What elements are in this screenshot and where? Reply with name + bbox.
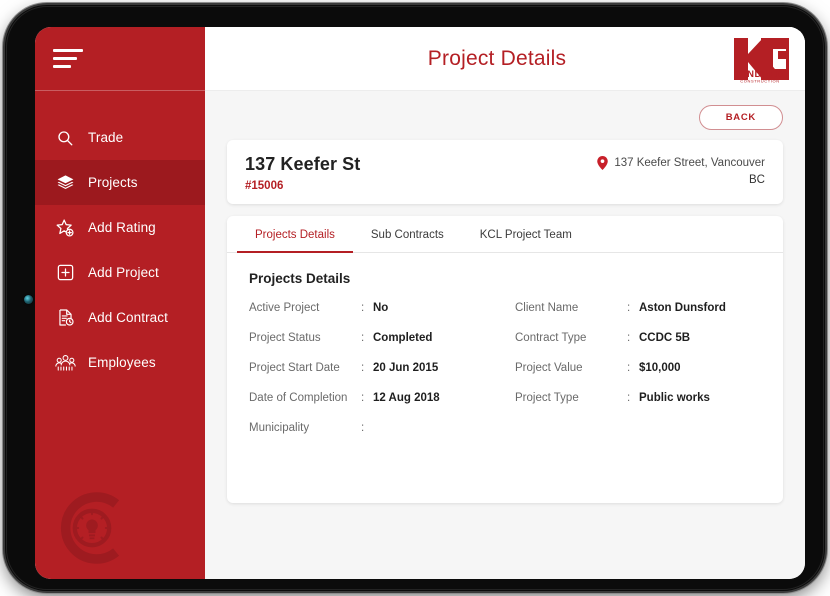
detail-value: 20 Jun 2015: [373, 362, 439, 374]
star-plus-icon: [53, 217, 77, 239]
sidebar-item-employees[interactable]: Employees: [35, 340, 205, 385]
project-title: 137 Keefer St: [245, 154, 361, 174]
sidebar-nav: Trade Projects Add Rating Add Project Ad…: [35, 91, 205, 385]
sidebar-item-label: Add Contract: [88, 310, 168, 325]
c-lightbulb-watermark-icon: [49, 485, 135, 571]
detail-value: Public works: [639, 392, 710, 404]
details-grid: Active Project : No Project Status : Com…: [249, 302, 761, 452]
tab-sub-contracts[interactable]: Sub Contracts: [353, 216, 462, 252]
sidebar-item-add-project[interactable]: Add Project: [35, 250, 205, 295]
project-details-card: Projects Details Sub Contracts KCL Proje…: [227, 216, 783, 503]
hamburger-menu-icon[interactable]: [53, 49, 83, 68]
sidebar-item-add-rating[interactable]: Add Rating: [35, 205, 205, 250]
kindred-construction-logo: KINDRED CONSTRUCTION: [729, 34, 791, 84]
sidebar-item-label: Add Project: [88, 265, 159, 280]
tablet-device-frame: Trade Projects Add Rating Add Project Ad…: [5, 5, 825, 591]
detail-row-project-value: Project Value : $10,000: [515, 362, 761, 392]
people-icon: [53, 352, 77, 374]
detail-label: Contract Type: [515, 332, 587, 344]
svg-text:CONSTRUCTION: CONSTRUCTION: [740, 78, 779, 83]
detail-separator: :: [627, 362, 631, 374]
detail-row-contract-type: Contract Type : CCDC 5B: [515, 332, 761, 362]
detail-row-project-type: Project Type : Public works: [515, 392, 761, 422]
tab-projects-details[interactable]: Projects Details: [237, 216, 353, 253]
sidebar-item-projects[interactable]: Projects: [35, 160, 205, 205]
hamburger-line-3: [53, 65, 71, 68]
tablet-screen: Trade Projects Add Rating Add Project Ad…: [35, 27, 805, 579]
project-code: #15006: [245, 180, 284, 192]
detail-row-project-start-date: Project Start Date : 20 Jun 2015: [249, 362, 495, 392]
detail-value: Aston Dunsford: [639, 302, 726, 314]
project-address-line-2: BC: [749, 174, 765, 186]
detail-label: Municipality: [249, 422, 310, 434]
detail-label: Active Project: [249, 302, 320, 314]
detail-row-date-of-completion: Date of Completion : 12 Aug 2018: [249, 392, 495, 422]
detail-separator: :: [361, 302, 365, 314]
tab-bar: Projects Details Sub Contracts KCL Proje…: [227, 216, 783, 253]
sidebar-item-label: Employees: [88, 355, 156, 370]
detail-separator: :: [361, 392, 365, 404]
sidebar-item-label: Add Rating: [88, 220, 156, 235]
sidebar-item-add-contract[interactable]: Add Contract: [35, 295, 205, 340]
detail-label: Project Status: [249, 332, 321, 344]
detail-separator: :: [361, 422, 365, 434]
project-summary-card: 137 Keefer St #15006 137 Keefer Street, …: [227, 140, 783, 204]
detail-value: CCDC 5B: [639, 332, 691, 344]
detail-row-project-status: Project Status : Completed: [249, 332, 495, 362]
detail-label: Client Name: [515, 302, 579, 314]
detail-separator: :: [627, 392, 631, 404]
sidebar: Trade Projects Add Rating Add Project Ad…: [35, 27, 205, 579]
document-clock-icon: [53, 307, 77, 329]
detail-value: $10,000: [639, 362, 681, 374]
search-icon: [53, 127, 77, 149]
back-button[interactable]: BACK: [698, 105, 783, 130]
main-area: Project Details KINDRED CONSTRUCTION BAC…: [205, 27, 805, 579]
front-camera-icon: [24, 295, 33, 304]
details-heading: Projects Details: [249, 271, 351, 286]
detail-separator: :: [627, 302, 631, 314]
detail-label: Project Start Date: [249, 362, 340, 374]
detail-label: Date of Completion: [249, 392, 348, 404]
details-right-column: Client Name : Aston Dunsford Contract Ty…: [515, 302, 761, 452]
detail-separator: :: [361, 362, 365, 374]
detail-separator: :: [361, 332, 365, 344]
details-left-column: Active Project : No Project Status : Com…: [249, 302, 495, 452]
page-title: Project Details: [427, 46, 567, 70]
project-address-line-1: 137 Keefer Street, Vancouver: [597, 156, 765, 170]
sidebar-header: [35, 27, 205, 91]
detail-value: No: [373, 302, 389, 314]
project-identity: 137 Keefer St #15006: [245, 154, 360, 192]
tab-kcl-project-team[interactable]: KCL Project Team: [462, 216, 590, 252]
hamburger-line-2: [53, 57, 77, 60]
detail-separator: :: [627, 332, 631, 344]
content-area: BACK 137 Keefer St #15006 137 Keefer Str…: [205, 91, 805, 579]
details-body: Projects Details Active Project : No Pro…: [227, 253, 783, 503]
detail-row-client-name: Client Name : Aston Dunsford: [515, 302, 761, 332]
sidebar-item-label: Trade: [88, 130, 124, 145]
hamburger-line-1: [53, 49, 83, 52]
detail-value: Completed: [373, 332, 433, 344]
top-bar: Project Details KINDRED CONSTRUCTION: [205, 27, 805, 91]
map-pin-icon: [597, 156, 609, 170]
sidebar-item-label: Projects: [88, 175, 138, 190]
detail-row-active-project: Active Project : No: [249, 302, 495, 332]
detail-label: Project Type: [515, 392, 579, 404]
layers-icon: [53, 172, 77, 194]
sidebar-item-trade[interactable]: Trade: [35, 115, 205, 160]
project-address-text: 137 Keefer Street, Vancouver: [614, 157, 765, 169]
back-row: BACK: [227, 105, 783, 130]
square-plus-icon: [53, 262, 77, 284]
project-address: 137 Keefer Street, Vancouver BC: [597, 154, 765, 186]
detail-value: 12 Aug 2018: [373, 392, 440, 404]
detail-row-municipality: Municipality :: [249, 422, 495, 452]
detail-label: Project Value: [515, 362, 583, 374]
